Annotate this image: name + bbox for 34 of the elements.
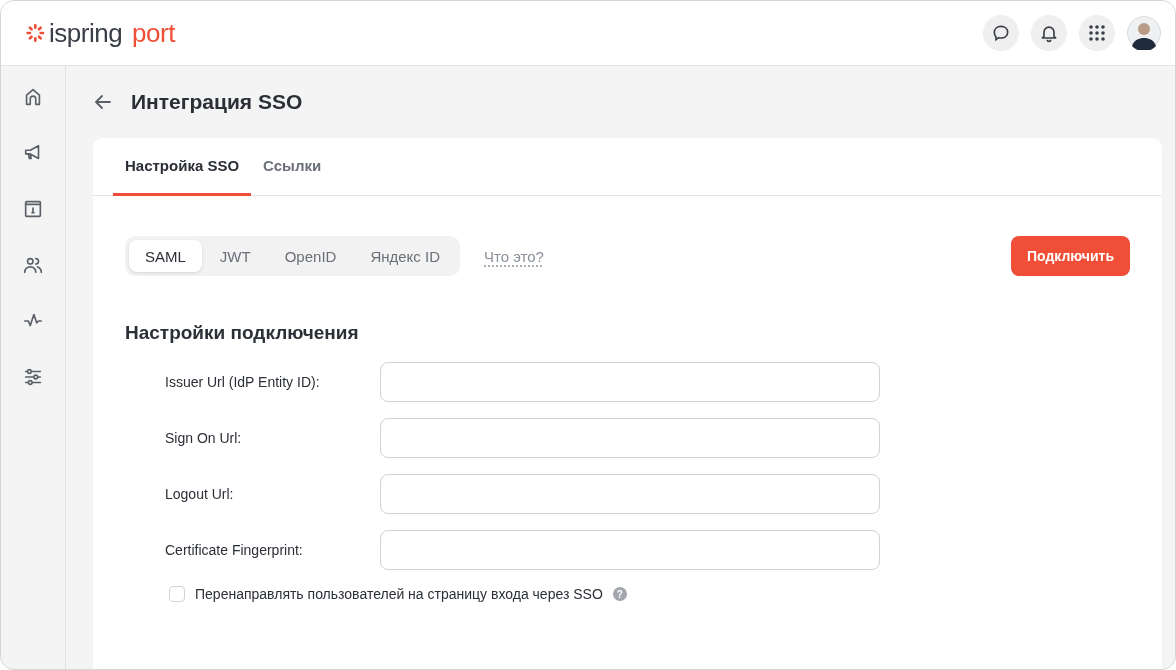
logo-product: port bbox=[132, 17, 175, 49]
protocol-option[interactable]: JWT bbox=[203, 240, 267, 272]
logo-icon bbox=[25, 23, 45, 43]
connect-button[interactable]: Подключить bbox=[1011, 236, 1130, 276]
back-arrow-icon[interactable] bbox=[93, 92, 113, 112]
input-field[interactable] bbox=[380, 530, 880, 570]
speech-bubble-icon bbox=[991, 23, 1011, 43]
apps-button[interactable] bbox=[1079, 15, 1115, 51]
checkbox-label: Перенаправлять пользователей на страницу входа через SSO bbox=[195, 586, 603, 602]
tab[interactable]: Настройка SSO bbox=[113, 138, 252, 196]
notifications-button[interactable] bbox=[1031, 15, 1067, 51]
chat-button[interactable] bbox=[983, 15, 1019, 51]
protocol-option[interactable]: OpenID bbox=[268, 240, 353, 272]
input-field[interactable] bbox=[380, 418, 880, 458]
tab[interactable]: Ссылки bbox=[251, 138, 334, 196]
field-label: Logout Url: bbox=[165, 486, 235, 502]
section-title: Настройки подключения bbox=[125, 322, 360, 344]
bell-icon bbox=[1039, 23, 1059, 43]
sliders-icon[interactable] bbox=[22, 366, 44, 388]
help-link[interactable]: Что это? bbox=[484, 247, 544, 265]
help-icon[interactable]: ? bbox=[612, 587, 627, 601]
page-title: Интеграция SSO bbox=[131, 90, 303, 114]
field-label: Sign On Url: bbox=[165, 430, 243, 446]
field-label: Issuer Url (IdP Entity ID): bbox=[165, 374, 321, 390]
field-label: Certificate Fingerprint: bbox=[165, 542, 304, 558]
avatar[interactable] bbox=[1127, 16, 1161, 50]
checkbox[interactable] bbox=[169, 586, 185, 602]
input-field[interactable] bbox=[380, 474, 880, 514]
logo-brand: ispring bbox=[49, 17, 123, 49]
info-card-icon[interactable] bbox=[22, 198, 44, 220]
protocol-option[interactable]: SAML bbox=[129, 240, 202, 272]
protocol-option[interactable]: Яндекс ID bbox=[354, 240, 456, 272]
input-field[interactable] bbox=[380, 362, 880, 402]
grid-icon bbox=[1089, 25, 1105, 41]
